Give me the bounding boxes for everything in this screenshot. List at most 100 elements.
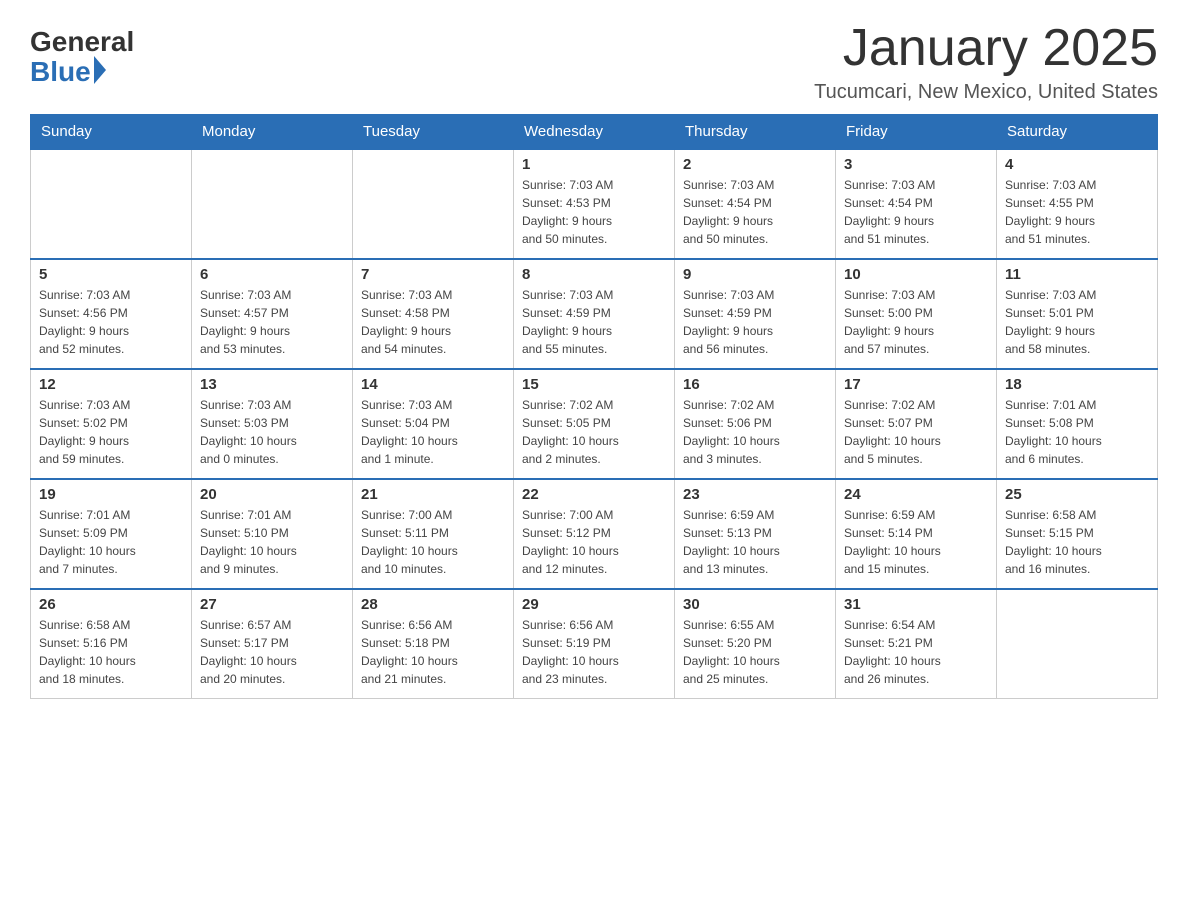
calendar-cell: 6 Sunrise: 7:03 AM Sunset: 4:57 PM Daylig… [192,259,353,369]
day-number: 16 [683,376,827,393]
day-info: Sunrise: 6:58 AM Sunset: 5:16 PM Dayligh… [39,616,183,688]
weekday-header-tuesday: Tuesday [353,115,514,150]
day-number: 26 [39,596,183,613]
logo: General Blue [30,28,134,88]
weekday-header-wednesday: Wednesday [514,115,675,150]
weekday-header-thursday: Thursday [675,115,836,150]
day-number: 7 [361,266,505,283]
calendar-subtitle: Tucumcari, New Mexico, United States [814,81,1158,104]
title-section: January 2025 Tucumcari, New Mexico, Unit… [814,20,1158,104]
day-info: Sunrise: 7:03 AM Sunset: 5:03 PM Dayligh… [200,396,344,468]
day-info: Sunrise: 6:57 AM Sunset: 5:17 PM Dayligh… [200,616,344,688]
calendar-cell: 10 Sunrise: 7:03 AM Sunset: 5:00 PM Dayli… [836,259,997,369]
calendar-week-row: 5 Sunrise: 7:03 AM Sunset: 4:56 PM Daylig… [31,259,1158,369]
day-info: Sunrise: 7:00 AM Sunset: 5:11 PM Dayligh… [361,506,505,578]
day-number: 23 [683,486,827,503]
day-number: 17 [844,376,988,393]
calendar-cell: 30 Sunrise: 6:55 AM Sunset: 5:20 PM Dayli… [675,589,836,699]
day-info: Sunrise: 7:03 AM Sunset: 4:54 PM Dayligh… [844,176,988,248]
day-number: 19 [39,486,183,503]
day-number: 14 [361,376,505,393]
calendar-cell: 20Sunrise: 7:01 AM Sunset: 5:10 PM Dayli… [192,479,353,589]
calendar-cell: 28 Sunrise: 6:56 AM Sunset: 5:18 PM Dayli… [353,589,514,699]
day-info: Sunrise: 7:02 AM Sunset: 5:07 PM Dayligh… [844,396,988,468]
calendar-cell: 29 Sunrise: 6:56 AM Sunset: 5:19 PM Dayli… [514,589,675,699]
day-number: 28 [361,596,505,613]
logo-general-text: General [30,28,134,56]
calendar-cell: 8 Sunrise: 7:03 AM Sunset: 4:59 PM Daylig… [514,259,675,369]
day-info: Sunrise: 6:56 AM Sunset: 5:18 PM Dayligh… [361,616,505,688]
day-info: Sunrise: 6:56 AM Sunset: 5:19 PM Dayligh… [522,616,666,688]
day-number: 10 [844,266,988,283]
calendar-cell: 15Sunrise: 7:02 AM Sunset: 5:05 PM Dayli… [514,369,675,479]
day-info: Sunrise: 7:00 AM Sunset: 5:12 PM Dayligh… [522,506,666,578]
calendar-week-row: 12 Sunrise: 7:03 AM Sunset: 5:02 PM Dayli… [31,369,1158,479]
weekday-header-saturday: Saturday [997,115,1158,150]
day-number: 1 [522,156,666,173]
day-number: 9 [683,266,827,283]
day-info: Sunrise: 7:01 AM Sunset: 5:08 PM Dayligh… [1005,396,1149,468]
day-info: Sunrise: 7:03 AM Sunset: 4:54 PM Dayligh… [683,176,827,248]
calendar-cell: 22Sunrise: 7:00 AM Sunset: 5:12 PM Dayli… [514,479,675,589]
day-number: 13 [200,376,344,393]
calendar-cell: 31Sunrise: 6:54 AM Sunset: 5:21 PM Dayli… [836,589,997,699]
calendar-cell: 12 Sunrise: 7:03 AM Sunset: 5:02 PM Dayli… [31,369,192,479]
calendar-cell [353,149,514,259]
calendar-cell: 2 Sunrise: 7:03 AM Sunset: 4:54 PM Daylig… [675,149,836,259]
day-number: 8 [522,266,666,283]
day-number: 31 [844,596,988,613]
weekday-header-friday: Friday [836,115,997,150]
calendar-cell: 26 Sunrise: 6:58 AM Sunset: 5:16 PM Dayli… [31,589,192,699]
day-info: Sunrise: 7:03 AM Sunset: 5:02 PM Dayligh… [39,396,183,468]
calendar-cell [997,589,1158,699]
calendar-cell: 13 Sunrise: 7:03 AM Sunset: 5:03 PM Dayli… [192,369,353,479]
day-number: 4 [1005,156,1149,173]
logo-blue-text: Blue [30,58,91,86]
weekday-header-row: SundayMondayTuesdayWednesdayThursdayFrid… [31,115,1158,150]
day-info: Sunrise: 7:03 AM Sunset: 4:59 PM Dayligh… [522,286,666,358]
day-number: 18 [1005,376,1149,393]
calendar-week-row: 19 Sunrise: 7:01 AM Sunset: 5:09 PM Dayli… [31,479,1158,589]
calendar-cell: 23Sunrise: 6:59 AM Sunset: 5:13 PM Dayli… [675,479,836,589]
day-number: 5 [39,266,183,283]
calendar-cell: 1 Sunrise: 7:03 AM Sunset: 4:53 PM Daylig… [514,149,675,259]
calendar-week-row: 1 Sunrise: 7:03 AM Sunset: 4:53 PM Daylig… [31,149,1158,259]
day-number: 12 [39,376,183,393]
day-number: 30 [683,596,827,613]
page-header: General Blue January 2025 Tucumcari, New… [30,20,1158,104]
day-info: Sunrise: 6:59 AM Sunset: 5:14 PM Dayligh… [844,506,988,578]
day-info: Sunrise: 7:03 AM Sunset: 5:01 PM Dayligh… [1005,286,1149,358]
day-info: Sunrise: 7:03 AM Sunset: 4:58 PM Dayligh… [361,286,505,358]
calendar-table: SundayMondayTuesdayWednesdayThursdayFrid… [30,114,1158,699]
day-info: Sunrise: 6:58 AM Sunset: 5:15 PM Dayligh… [1005,506,1149,578]
day-number: 2 [683,156,827,173]
weekday-header-sunday: Sunday [31,115,192,150]
calendar-cell: 19 Sunrise: 7:01 AM Sunset: 5:09 PM Dayli… [31,479,192,589]
day-info: Sunrise: 7:03 AM Sunset: 4:53 PM Dayligh… [522,176,666,248]
calendar-cell [192,149,353,259]
calendar-cell: 25 Sunrise: 6:58 AM Sunset: 5:15 PM Dayli… [997,479,1158,589]
calendar-cell: 4 Sunrise: 7:03 AM Sunset: 4:55 PM Daylig… [997,149,1158,259]
calendar-week-row: 26 Sunrise: 6:58 AM Sunset: 5:16 PM Dayli… [31,589,1158,699]
day-number: 29 [522,596,666,613]
day-info: Sunrise: 7:03 AM Sunset: 4:56 PM Dayligh… [39,286,183,358]
calendar-cell: 7 Sunrise: 7:03 AM Sunset: 4:58 PM Daylig… [353,259,514,369]
day-number: 25 [1005,486,1149,503]
calendar-cell: 18 Sunrise: 7:01 AM Sunset: 5:08 PM Dayli… [997,369,1158,479]
day-number: 20 [200,486,344,503]
day-number: 6 [200,266,344,283]
day-info: Sunrise: 7:03 AM Sunset: 4:57 PM Dayligh… [200,286,344,358]
day-number: 3 [844,156,988,173]
calendar-cell: 5 Sunrise: 7:03 AM Sunset: 4:56 PM Daylig… [31,259,192,369]
weekday-header-monday: Monday [192,115,353,150]
day-info: Sunrise: 6:55 AM Sunset: 5:20 PM Dayligh… [683,616,827,688]
day-number: 15 [522,376,666,393]
day-info: Sunrise: 7:03 AM Sunset: 5:00 PM Dayligh… [844,286,988,358]
day-info: Sunrise: 7:03 AM Sunset: 4:59 PM Dayligh… [683,286,827,358]
day-info: Sunrise: 7:03 AM Sunset: 4:55 PM Dayligh… [1005,176,1149,248]
calendar-cell: 14Sunrise: 7:03 AM Sunset: 5:04 PM Dayli… [353,369,514,479]
day-number: 21 [361,486,505,503]
day-info: Sunrise: 7:01 AM Sunset: 5:09 PM Dayligh… [39,506,183,578]
day-number: 27 [200,596,344,613]
calendar-cell: 21 Sunrise: 7:00 AM Sunset: 5:11 PM Dayli… [353,479,514,589]
